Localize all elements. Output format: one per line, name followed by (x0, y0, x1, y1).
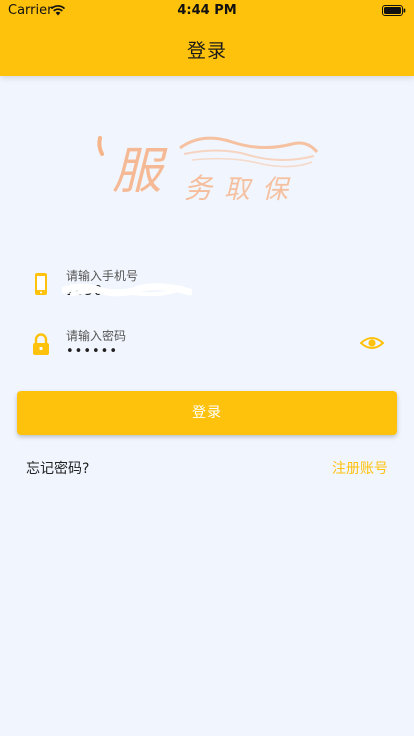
phone-icon (35, 273, 47, 295)
page-title: 登录 (186, 40, 227, 62)
status-time: 4:44 PM (177, 3, 237, 18)
forgot-password-link[interactable]: 忘记密码? (26, 458, 89, 478)
svg-text:务: 务 (184, 172, 214, 205)
header: Carrier 4:44 PM 登录 (0, 0, 414, 76)
svg-text:保: 保 (262, 175, 291, 205)
register-link[interactable]: 注册账号 (332, 458, 388, 478)
phone-field[interactable]: 请输入手机号 1850 (26, 264, 396, 308)
status-bar: Carrier 4:44 PM (0, 0, 414, 22)
password-field[interactable]: 请输入密码 •••••• (26, 324, 396, 368)
svg-text:取: 取 (224, 175, 253, 205)
password-value[interactable]: •••••• (66, 344, 118, 359)
battery-icon (382, 5, 406, 16)
login-button[interactable]: 登录 (17, 391, 397, 435)
eye-icon[interactable] (360, 334, 384, 352)
lock-icon (33, 333, 49, 355)
redaction-scribble (62, 283, 192, 297)
login-screen: Carrier 4:44 PM 登录 服 务 取 保 请输入手机号 1850 请… (0, 0, 414, 736)
brand-logo: 服 务 取 保 (97, 136, 319, 205)
password-label: 请输入密码 (66, 329, 127, 343)
svg-text:服: 服 (112, 142, 168, 200)
